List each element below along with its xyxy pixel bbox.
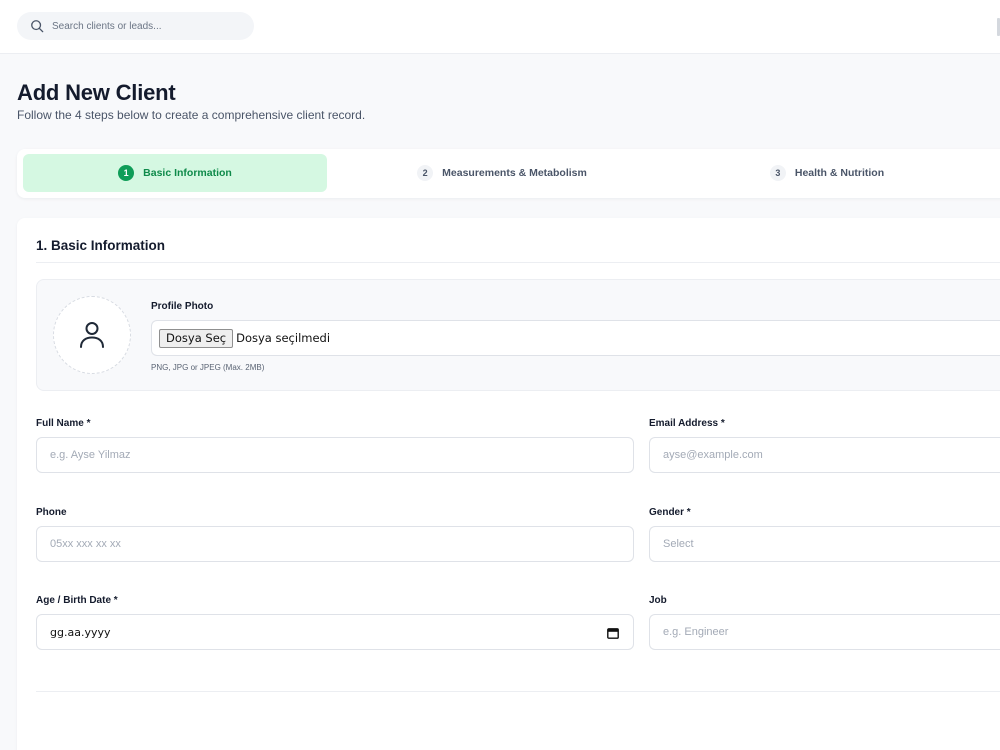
profile-photo-label: Profile Photo [151,301,214,312]
full-name-label: Full Name * [36,418,91,429]
phone-input[interactable] [50,538,633,550]
page-title: Add New Client [17,80,176,105]
page-subtitle: Follow the 4 steps below to create a com… [17,108,366,122]
step-basic-information[interactable]: 1 Basic Information [23,154,327,192]
step-number: 3 [769,165,786,181]
job-input[interactable] [663,626,1000,638]
step-label: Basic Information [143,167,232,179]
full-name-field[interactable] [36,437,634,473]
search-input[interactable] [52,20,242,32]
step-progress: 1 Basic Information 2 Measurements & Met… [17,149,1000,198]
section-title: 1. Basic Information [36,238,166,253]
full-name-input[interactable] [50,449,633,461]
phone-label: Phone [36,507,67,518]
phone-field[interactable] [36,526,634,562]
birth-date-label: Age / Birth Date * [36,595,118,606]
birth-date-value: gg.aa.yyyy [50,625,111,639]
search-bar[interactable] [17,12,254,40]
profile-photo-section: Profile Photo Dosya Seç Dosya seçilmedi … [36,279,1000,391]
user-icon [80,322,104,348]
email-input[interactable] [663,449,1000,461]
gender-label: Gender * [649,507,691,518]
profile-photo-hint: PNG, JPG or JPEG (Max. 2MB) [151,363,265,372]
step-number: 2 [417,165,434,181]
section-divider [36,262,1000,263]
step-number: 1 [118,165,135,181]
gender-selected-value: Select [663,538,694,550]
birth-date-field[interactable]: gg.aa.yyyy [36,614,634,650]
step-label: Health & Nutrition [794,167,885,179]
email-label: Email Address * [649,418,725,429]
search-icon [31,20,44,33]
top-bar [0,0,1000,54]
choose-file-button[interactable]: Dosya Seç [159,328,234,348]
form-footer-divider [36,691,1000,692]
gender-select[interactable]: Select [649,526,1000,562]
email-field[interactable] [649,437,1000,473]
avatar-placeholder[interactable] [53,296,131,374]
step-measurements-metabolism[interactable]: 2 Measurements & Metabolism [347,154,657,192]
calendar-icon[interactable] [607,627,619,639]
job-label: Job [649,595,667,606]
profile-photo-file-input[interactable]: Dosya Seç Dosya seçilmedi [151,320,1000,356]
basic-information-card: 1. Basic Information Profile Photo Dosya… [17,218,1000,750]
step-label: Measurements & Metabolism [442,167,587,179]
job-field[interactable] [649,614,1000,650]
file-status-text: Dosya seçilmedi [236,331,331,345]
step-health-nutrition[interactable]: 3 Health & Nutrition [677,154,977,192]
